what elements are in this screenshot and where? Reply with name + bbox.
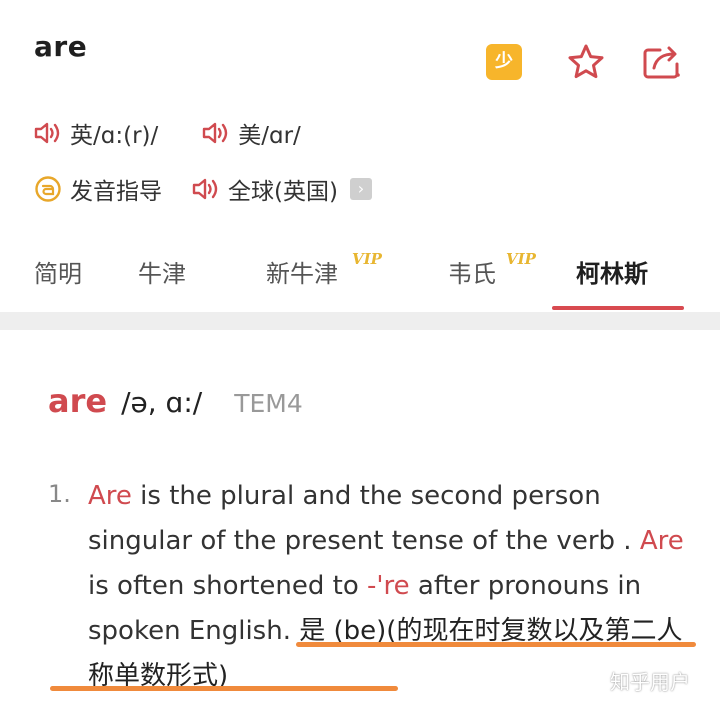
shao-badge-button[interactable]: 少 — [486, 44, 522, 80]
entry-ipa: /ə, ɑ:/ — [121, 386, 203, 419]
tab-label: 新牛津 — [266, 260, 338, 288]
definition-number: 1. — [48, 480, 71, 508]
pronunciation-guide-row: 发音指导 全球(英国) › — [34, 172, 372, 206]
global-pronunciation[interactable]: 全球(英国) — [192, 172, 338, 206]
tab-weishi[interactable]: 韦氏 VIP — [448, 250, 536, 289]
definition-segment: is the plural and the second person sing… — [88, 481, 640, 556]
dictionary-tabs: 简明 牛津 新牛津 VIP 韦氏 VIP 柯林斯 — [0, 244, 720, 312]
definition-text: Are is the plural and the second person … — [88, 474, 700, 699]
vip-badge: VIP — [506, 250, 536, 268]
pronunciation-guide-button[interactable]: 发音指导 — [34, 172, 162, 206]
vip-badge: VIP — [352, 250, 382, 268]
tab-xin-niujin[interactable]: 新牛津 VIP — [266, 250, 382, 289]
us-pronunciation-label: 美/ɑr/ — [238, 123, 301, 149]
speaker-icon — [203, 122, 228, 144]
watermark: 知乎用户 — [610, 670, 690, 694]
uk-pronunciation-label: 英/ɑ:(r)/ — [70, 123, 159, 149]
definition-contraction: -'re — [367, 571, 410, 601]
speaker-icon — [192, 178, 218, 200]
share-icon[interactable] — [640, 42, 684, 82]
chevron-right-icon[interactable]: › — [349, 178, 372, 200]
definition-word: Are — [88, 481, 132, 511]
guide-label: 发音指导 — [70, 179, 162, 205]
tab-label: 韦氏 — [448, 260, 496, 288]
section-divider — [0, 312, 720, 330]
definition-segment: is often shortened to — [88, 571, 367, 601]
us-pronunciation[interactable]: 美/ɑr/ — [202, 116, 301, 150]
active-tab-indicator — [552, 306, 684, 310]
global-pronunciation-label: 全球(英国) — [228, 179, 338, 205]
exam-tag: TEM4 — [234, 389, 303, 418]
tab-collins[interactable]: 柯林斯 — [576, 254, 648, 289]
tab-label: 牛津 — [138, 260, 186, 288]
entry-headword: are — [48, 382, 108, 420]
word-header-panel: are 少 英/ɑ:(r)/ 美/ɑr/ 发音指导 全球(英国) › 简明 牛津… — [0, 0, 720, 312]
pronunciation-row: 英/ɑ:(r)/ 美/ɑr/ — [34, 116, 345, 150]
star-favorite-icon[interactable] — [566, 42, 606, 82]
highlight-underline — [296, 642, 696, 647]
word-title: are — [34, 30, 88, 63]
highlight-underline — [50, 686, 398, 691]
entry-heading: are /ə, ɑ:/ TEM4 — [48, 382, 303, 420]
definition-word: Are — [639, 526, 684, 556]
speaker-icon — [34, 122, 60, 144]
tab-label: 柯林斯 — [576, 260, 648, 288]
uk-pronunciation[interactable]: 英/ɑ:(r)/ — [34, 116, 158, 150]
guide-icon — [35, 176, 61, 202]
tab-label: 简明 — [34, 260, 82, 288]
tab-niujin[interactable]: 牛津 — [138, 254, 186, 289]
tab-jianming[interactable]: 简明 — [34, 254, 82, 289]
